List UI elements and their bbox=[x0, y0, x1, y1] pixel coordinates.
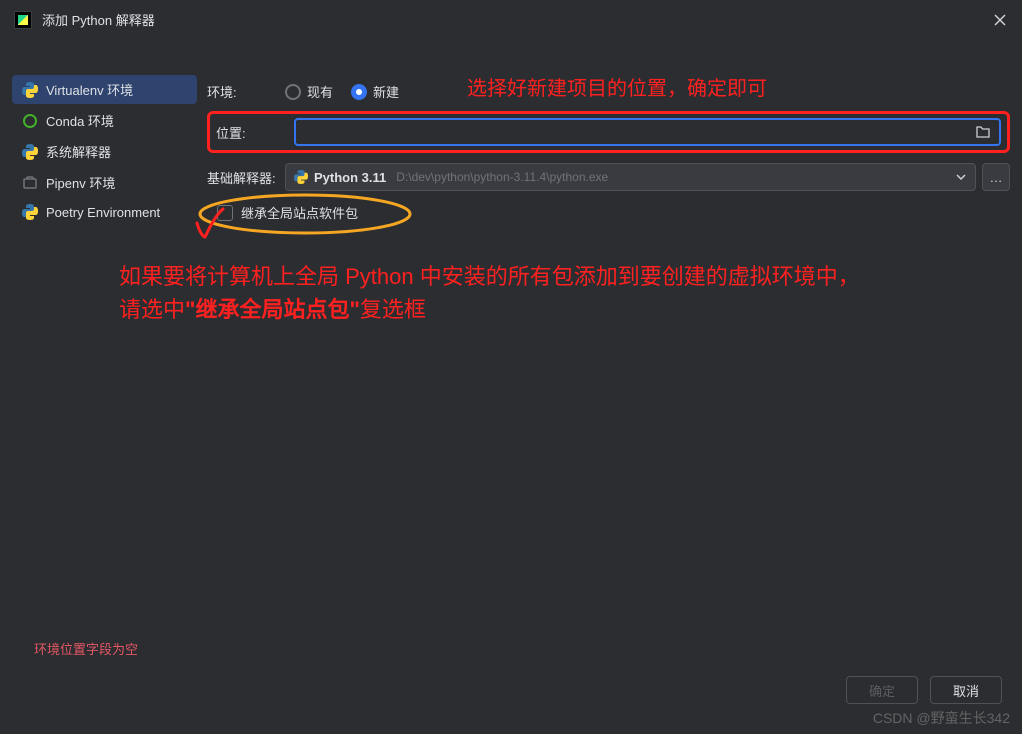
sidebar-item-label: 系统解释器 bbox=[46, 142, 111, 161]
sidebar-item-virtualenv[interactable]: Virtualenv 环境 bbox=[12, 75, 197, 104]
conda-icon bbox=[22, 113, 38, 129]
watermark: CSDN @野蛮生长342 bbox=[873, 708, 1010, 728]
radio-new-label: 新建 bbox=[373, 82, 399, 101]
folder-icon[interactable] bbox=[975, 124, 991, 140]
inherit-checkbox[interactable] bbox=[217, 205, 233, 221]
sidebar-item-label: Poetry Environment bbox=[46, 205, 160, 220]
close-icon[interactable] bbox=[992, 12, 1008, 28]
base-interpreter-label: 基础解释器: bbox=[207, 168, 285, 187]
location-label: 位置: bbox=[216, 123, 284, 142]
python-icon bbox=[294, 170, 308, 184]
location-input[interactable] bbox=[294, 118, 1001, 146]
chevron-down-icon bbox=[955, 171, 967, 183]
env-label: 环境: bbox=[207, 82, 285, 101]
browse-button[interactable]: … bbox=[982, 163, 1010, 191]
pipenv-icon bbox=[22, 175, 38, 191]
ok-button[interactable]: 确定 bbox=[846, 676, 918, 704]
sidebar-item-label: Conda 环境 bbox=[46, 111, 114, 130]
base-version: Python 3.11 bbox=[314, 170, 386, 185]
annotation-body: 如果要将计算机上全局 Python 中安装的所有包添加到要创建的虚拟环境中，请选… bbox=[119, 260, 879, 326]
cancel-button[interactable]: 取消 bbox=[930, 676, 1002, 704]
dialog-title: 添加 Python 解释器 bbox=[42, 10, 155, 29]
base-path: D:\dev\python\python-3.11.4\python.exe bbox=[396, 170, 608, 184]
sidebar-item-system[interactable]: 系统解释器 bbox=[12, 137, 197, 166]
sidebar-item-pipenv[interactable]: Pipenv 环境 bbox=[12, 168, 197, 197]
error-message: 环境位置字段为空 bbox=[34, 639, 138, 658]
sidebar-item-poetry[interactable]: Poetry Environment bbox=[12, 199, 197, 225]
location-annotation-box: 位置: bbox=[207, 111, 1010, 153]
sidebar-item-label: Virtualenv 环境 bbox=[46, 80, 133, 99]
python-icon bbox=[22, 82, 38, 98]
pycharm-icon bbox=[14, 11, 32, 29]
radio-existing-label: 现有 bbox=[307, 82, 333, 101]
annotation-top: 选择好新建项目的位置，确定即可 bbox=[467, 72, 767, 101]
python-icon bbox=[22, 204, 38, 220]
inherit-label: 继承全局站点软件包 bbox=[241, 203, 358, 222]
radio-new[interactable]: 新建 bbox=[351, 82, 399, 101]
sidebar-item-conda[interactable]: Conda 环境 bbox=[12, 106, 197, 135]
base-interpreter-select[interactable]: Python 3.11 D:\dev\python\python-3.11.4\… bbox=[285, 163, 976, 191]
python-icon bbox=[22, 144, 38, 160]
sidebar-item-label: Pipenv 环境 bbox=[46, 173, 115, 192]
radio-existing[interactable]: 现有 bbox=[285, 82, 333, 101]
